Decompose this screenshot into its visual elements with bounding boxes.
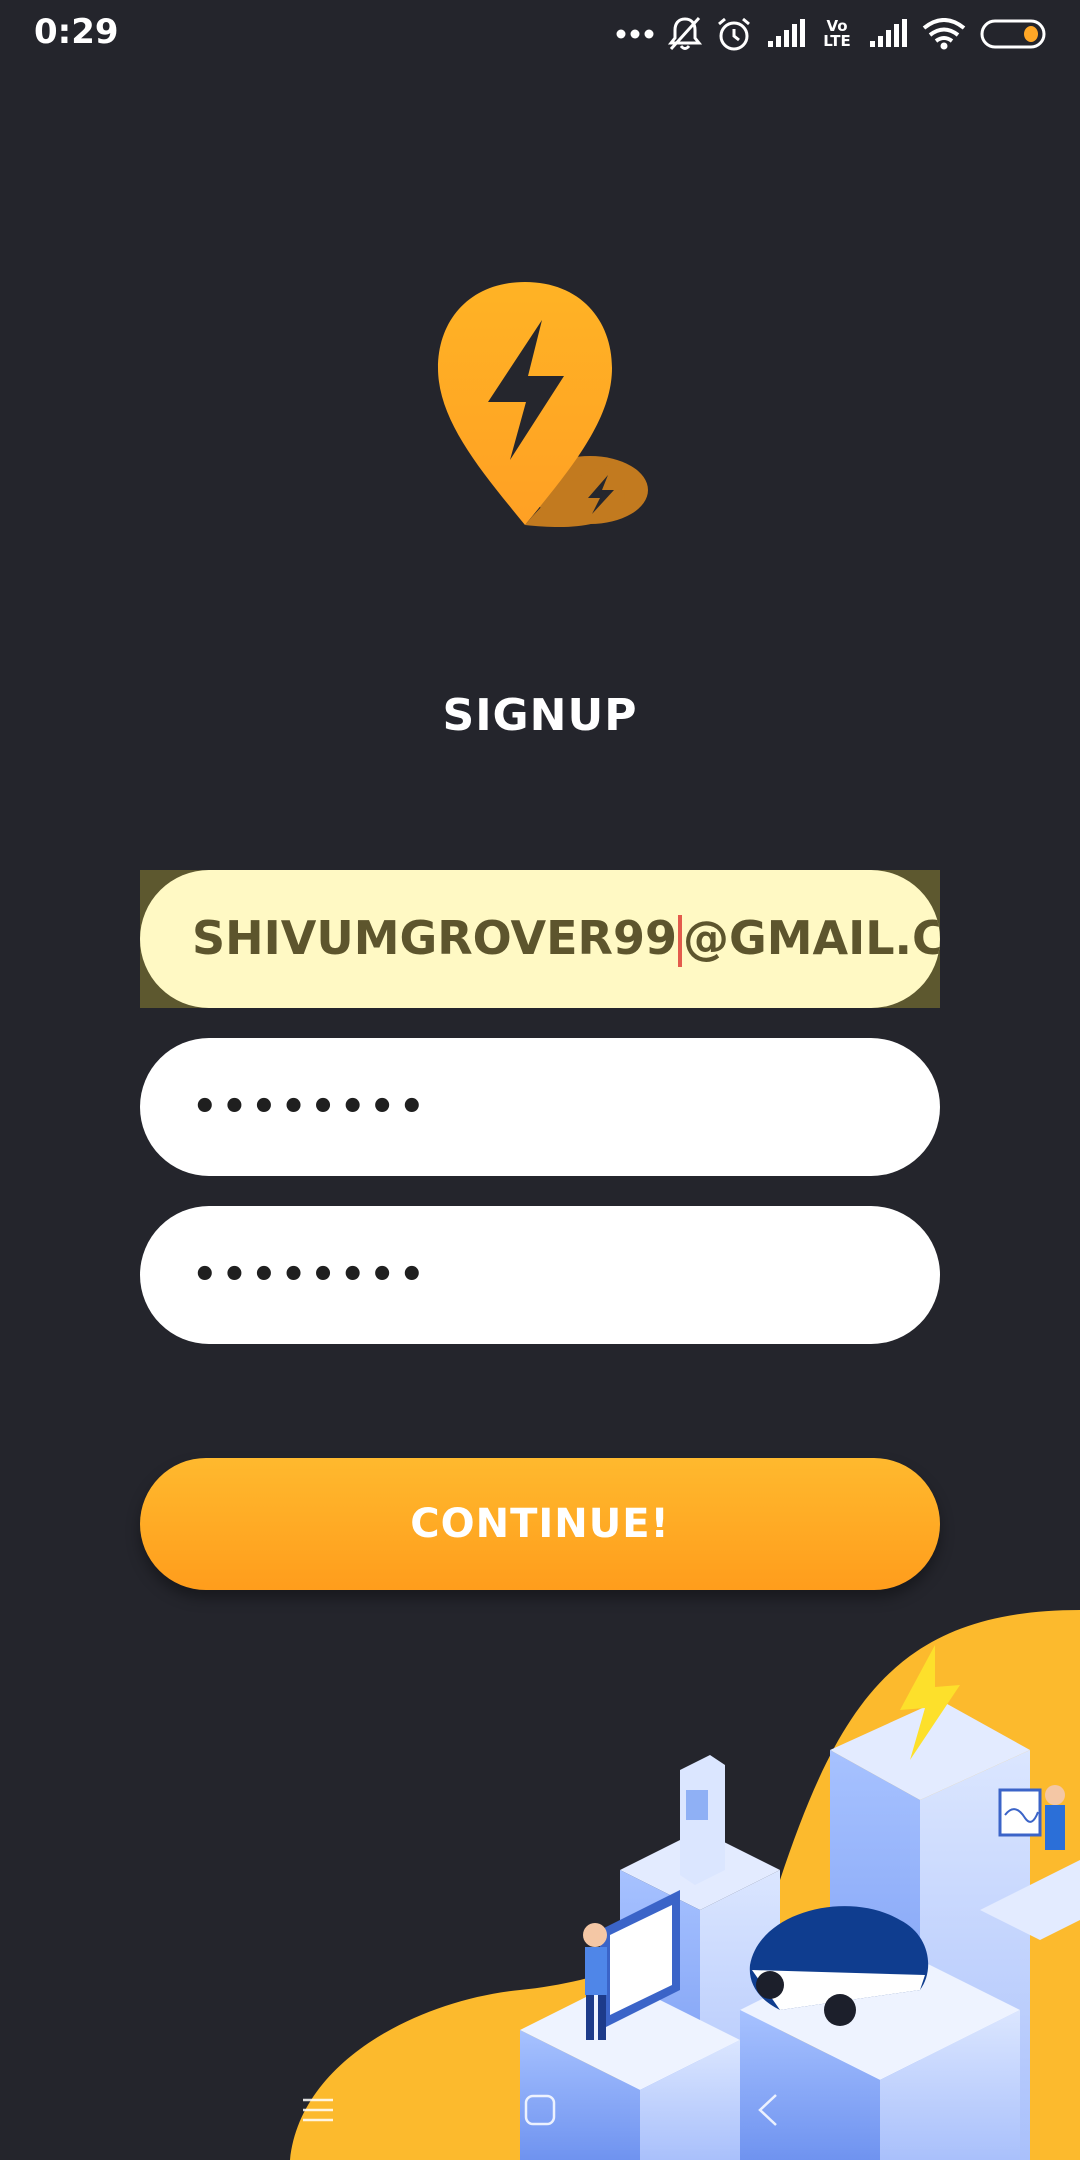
status-icons: Vo LTE — [616, 12, 1048, 56]
lightning-pin-icon — [438, 282, 648, 528]
bell-off-icon — [668, 16, 702, 51]
page-title: SIGNUP — [442, 690, 638, 741]
password-mask: •••••••• — [192, 1084, 429, 1130]
alarm-icon — [718, 17, 750, 51]
password-field[interactable]: •••••••• — [140, 1038, 940, 1176]
status-bar: 0:29 Vo LTE — [0, 0, 1080, 66]
volte-icon: Vo LTE — [823, 17, 851, 50]
menu-icon[interactable] — [288, 2080, 348, 2140]
email-field[interactable]: SHIVUMGROVER99@GMAIL.CON — [140, 870, 940, 1008]
battery-icon — [980, 19, 1046, 49]
wifi-icon — [922, 18, 966, 50]
signal-icon — [768, 19, 805, 47]
back-chevron-icon[interactable] — [738, 2080, 798, 2140]
confirm-password-mask: •••••••• — [192, 1252, 429, 1298]
more-dots-icon — [616, 29, 654, 39]
email-value: SHIVUMGROVER99@GMAIL.CON — [192, 911, 940, 968]
home-square-icon[interactable] — [510, 2080, 570, 2140]
system-nav-bar — [0, 2060, 1080, 2160]
signal-icon — [870, 19, 907, 47]
status-time: 0:29 — [34, 12, 119, 52]
text-caret — [677, 915, 682, 968]
confirm-password-field[interactable]: •••••••• — [140, 1206, 940, 1344]
continue-button[interactable]: CONTINUE! — [140, 1458, 940, 1590]
